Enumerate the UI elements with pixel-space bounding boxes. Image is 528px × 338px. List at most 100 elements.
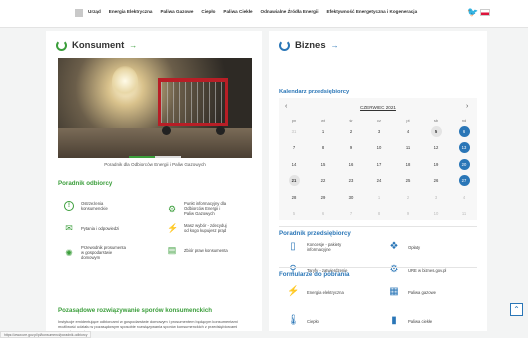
calendar-day[interactable]: 16 [346,159,357,170]
calendar-day[interactable]: 5 [289,208,300,219]
guide-item-label: Punkt informacyjny dla Odbiorców Energii… [184,201,227,216]
twitter-icon[interactable]: 🐦 [467,8,478,17]
item-label: Ciepło [307,318,319,324]
calendar-day[interactable]: 28 [289,192,300,203]
menu-item[interactable]: Paliwa Gazowe [160,9,193,14]
menu-item[interactable]: Odnawialne Źródła Energii [261,9,319,14]
guide-item-label: Ostrzeżenia konsumenckie [81,201,108,211]
plug-icon: ⚡ [167,223,179,233]
calendar-day[interactable]: 3 [431,192,442,203]
calendar-heading[interactable]: Kalendarz przedsiębiorcy [279,89,349,95]
guide-item[interactable]: ! Ostrzeżenia konsumenckie [64,201,127,211]
form-item[interactable]: ▮ Paliwa ciekłe [388,315,464,327]
biznes-header[interactable]: Biznes → [279,40,339,51]
calendar-day[interactable]: 27 [458,175,470,186]
calendar-day-of-week: pn [291,118,297,123]
calendar-day[interactable]: 2 [403,192,414,203]
biznes-title: Biznes [295,40,326,51]
calendar-day[interactable]: 1 [318,126,329,137]
calendar-day[interactable]: 17 [374,159,385,170]
calendar-day[interactable]: 23 [346,175,357,186]
calendar-day[interactable]: 30 [346,192,357,203]
calendar: ‹ › CZERWIEC 2021 pn wt śr cz pt sb nd 31 1 2 3 4 5 6… [279,98,477,220]
calendar-day[interactable]: 2 [346,126,357,137]
lightning-icon: ⚡ [287,286,300,297]
calendar-day[interactable]: 18 [403,159,414,170]
calendar-day[interactable]: 21 [288,175,300,186]
calendar-day[interactable]: 13 [458,142,470,153]
guide-item[interactable]: ⚡ Masz wybór - zdecyduj od kogo kupujesz … [167,223,230,233]
calendar-day[interactable]: 11 [403,142,414,153]
divider [279,226,477,227]
calendar-day[interactable]: 9 [403,208,414,219]
calendar-day[interactable]: 26 [431,175,442,186]
slide-caption[interactable]: Poradnik dla Odbiorców Energii i Paliw G… [58,162,252,167]
gears-icon: ⚙ [389,264,399,275]
calendar-day[interactable]: 19 [431,159,442,170]
menu-item[interactable]: Urząd [88,9,101,14]
slide-indicator-active [129,156,155,158]
calendar-day[interactable]: 7 [289,142,300,153]
calendar-day[interactable]: 15 [318,159,329,170]
cart-wheel [216,126,225,135]
divider [279,267,477,268]
calendar-day[interactable]: 29 [318,192,329,203]
calendar-day[interactable]: 12 [431,142,442,153]
guide-item[interactable]: ▤ Zbiór praw konsumenta [167,245,230,255]
calendar-day[interactable]: 24 [374,175,385,186]
calendar-day[interactable]: 25 [403,175,414,186]
calendar-day[interactable]: 14 [289,159,300,170]
business-guide-heading[interactable]: Poradnik przedsiębiorcy [279,230,351,237]
hero-slide-image[interactable] [58,58,252,158]
form-item[interactable]: ⚡ Energia elektryczna [287,286,363,298]
calendar-day[interactable]: 9 [346,142,357,153]
calendar-day[interactable]: 31 [289,126,300,137]
flag-icon[interactable] [480,9,490,16]
calendar-day[interactable]: 11 [459,208,470,219]
guide-item[interactable]: ✉ Pytania i odpowiedzi [64,223,127,233]
guide-item-label: Przewodnik prosumenta w gospodarstwie do… [81,245,126,260]
calendar-day[interactable]: 10 [374,142,385,153]
calendar-day[interactable]: 20 [458,158,470,170]
menu-item[interactable]: Energia Elektryczna [109,9,153,14]
menu-item[interactable]: Ciepło [201,9,215,14]
disputes-heading[interactable]: Pozasądowe rozwiązywanie sporów konsumen… [58,307,212,314]
calendar-day[interactable]: 6 [318,208,329,219]
guide-heading[interactable]: Poradnik odbiorcy [58,180,112,187]
calendar-day[interactable]: 10 [431,208,442,219]
menu-item[interactable]: Paliwa Ciekłe [223,9,252,14]
sun-icon: ✺ [65,247,73,258]
lightbulb-image [112,66,138,96]
calendar-day[interactable]: 8 [374,208,385,219]
calendar-day[interactable]: 5 [430,125,442,137]
guide-item[interactable]: ✺ Przewodnik prosumenta w gospodarstwie d… [64,245,127,260]
calendar-day[interactable]: 8 [318,142,329,153]
calendar-day[interactable]: 4 [459,192,470,203]
calendar-day[interactable]: 3 [374,126,385,137]
item-label: URE w biznes.gov.pl [408,267,447,273]
menu-item[interactable]: Efektywność Energetyczna i Kogeneracja [327,9,418,14]
calendar-day[interactable]: 4 [403,126,414,137]
scroll-to-top-button[interactable]: ⌃ [510,303,523,316]
calendar-month[interactable]: CZERWIEC 2021 [279,105,477,110]
thermometer-icon: 🌡 [287,315,300,326]
calendar-day-of-week: nd [461,118,467,123]
item-label: Paliwa gazowe [408,289,436,295]
calendar-day[interactable]: 1 [374,192,385,203]
item-label: Energia elektryczna [307,289,344,295]
home-icon[interactable] [75,9,83,17]
forms-heading[interactable]: Formularze do pobrania [279,271,349,278]
konsument-header[interactable]: Konsument → [56,40,137,51]
fees-icon: ❖ [389,241,399,252]
calendar-day[interactable]: 6 [458,125,470,137]
calendar-day[interactable]: 7 [346,208,357,219]
business-guide-item[interactable]: ❖ Opłaty [388,241,464,253]
form-item[interactable]: ▦ Paliwa gazowe [388,286,464,298]
business-guide-item[interactable]: ▯ Koncesje - pakiety informacyjne [287,241,363,253]
business-guide-item[interactable]: ⚙ URE w biznes.gov.pl [388,264,464,276]
calendar-day-of-week: cz [377,118,381,123]
slide-indicator[interactable] [129,156,181,158]
form-item[interactable]: 🌡 Ciepło [287,315,363,327]
calendar-day[interactable]: 22 [318,175,329,186]
guide-item[interactable]: ⚙ Punkt informacyjny dla Odbiorców Energi… [167,201,230,216]
